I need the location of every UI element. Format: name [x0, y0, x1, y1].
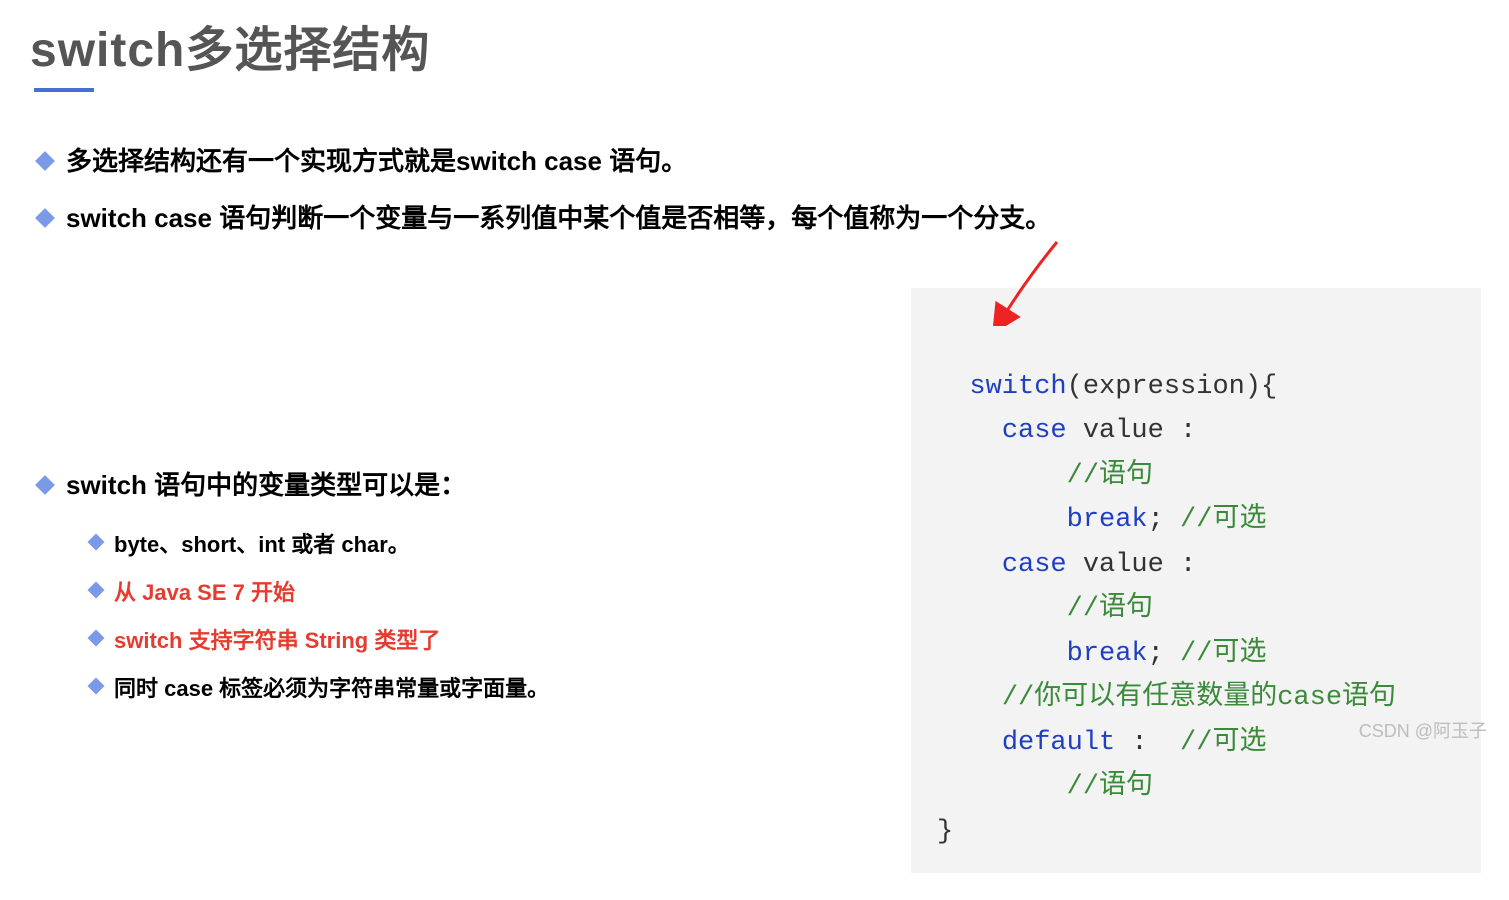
code-text: value :: [1067, 550, 1197, 580]
code-text: }: [937, 817, 953, 847]
bullet-item-1: 多选择结构还有一个实现方式就是switch case 语句。: [30, 142, 1479, 181]
bullet-text: 多选择结构还有一个实现方式就是switch case 语句。: [66, 142, 687, 181]
sub-bullet-text: switch 支持字符串 String 类型了: [114, 623, 440, 655]
bullet-text: switch 语句中的变量类型可以是：: [66, 466, 466, 505]
watermark: CSDN @阿玉子: [1359, 717, 1487, 743]
diamond-icon: [35, 151, 55, 171]
diamond-icon: [88, 534, 105, 551]
sub-bullet-1: byte、short、int 或者 char。: [90, 527, 850, 559]
code-comment: //语句: [1067, 594, 1153, 624]
diamond-icon: [88, 582, 105, 599]
sub-bullet-4: 同时 case 标签必须为字符串常量或字面量。: [90, 671, 850, 703]
code-text: ;: [1148, 505, 1164, 535]
bullet-item-2: switch case 语句判断一个变量与一系列值中某个值是否相等，每个值称为一…: [30, 199, 1479, 238]
page-title: switch多选择结构: [30, 10, 1479, 80]
sub-bullet-text: 从 Java SE 7 开始: [114, 575, 295, 607]
sub-bullet-text: 同时 case 标签必须为字符串常量或字面量。: [114, 671, 549, 703]
code-comment: //可选: [1164, 639, 1267, 669]
sub-bullet-3: switch 支持字符串 String 类型了: [90, 623, 850, 655]
sub-list: byte、short、int 或者 char。 从 Java SE 7 开始 s…: [30, 527, 850, 703]
code-comment: //语句: [1067, 461, 1153, 491]
code-text: :: [1115, 728, 1164, 758]
code-text: value :: [1067, 416, 1197, 446]
code-comment: //可选: [1164, 505, 1267, 535]
sub-bullet-text: byte、short、int 或者 char。: [114, 527, 410, 559]
diamond-icon: [35, 208, 55, 228]
diamond-icon: [88, 678, 105, 695]
code-kw: break: [1067, 505, 1148, 535]
code-kw: case: [1002, 416, 1067, 446]
code-snippet: switch(expression){ case value : //语句 br…: [911, 288, 1481, 873]
code-kw: case: [1002, 550, 1067, 580]
bullet-text: switch case 语句判断一个变量与一系列值中某个值是否相等，每个值称为一…: [66, 199, 1051, 238]
code-comment: //可选: [1164, 728, 1267, 758]
code-kw: break: [1067, 639, 1148, 669]
diamond-icon: [88, 630, 105, 647]
code-kw: switch: [969, 372, 1066, 402]
code-text: ;: [1148, 639, 1164, 669]
code-comment: //你可以有任意数量的case语句: [1002, 683, 1396, 713]
diamond-icon: [35, 475, 55, 495]
title-underline: [34, 88, 94, 92]
code-comment: //语句: [1067, 772, 1153, 802]
code-text: (expression){: [1067, 372, 1278, 402]
sub-bullet-2: 从 Java SE 7 开始: [90, 575, 850, 607]
bullet-item-3: switch 语句中的变量类型可以是：: [30, 466, 850, 505]
code-kw: default: [1002, 728, 1115, 758]
